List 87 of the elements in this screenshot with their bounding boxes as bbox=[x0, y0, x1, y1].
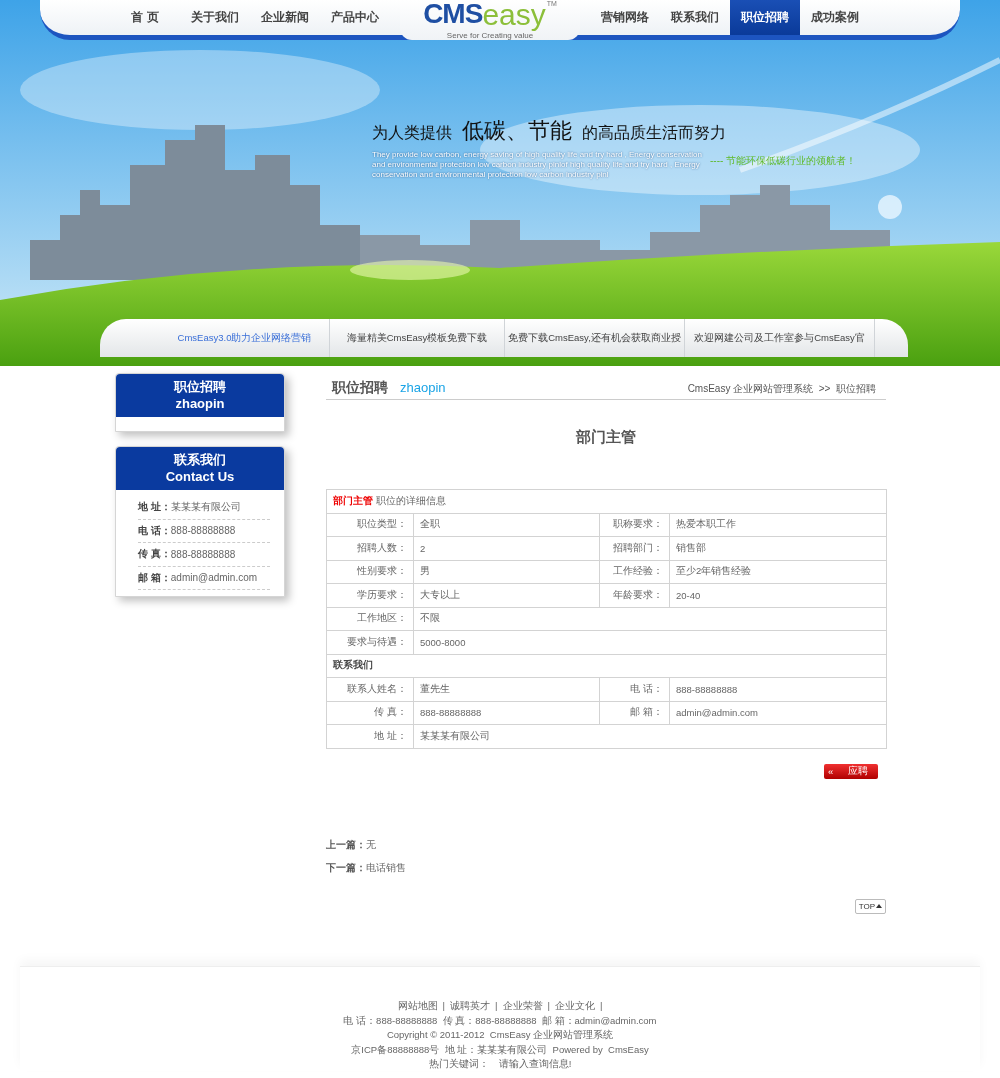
logo-text: CMS bbox=[423, 0, 483, 28]
table-cell: 至少2年销售经验 bbox=[669, 560, 887, 584]
keywords-prompt: 请输入查询信息! bbox=[498, 1057, 572, 1071]
nav-item[interactable]: 企业新闻 bbox=[250, 0, 320, 35]
contact-label: 邮 箱： bbox=[138, 570, 171, 585]
contact-value: 某某某有限公司 bbox=[170, 500, 241, 515]
table-cell: 不限 bbox=[413, 607, 887, 631]
table-cell: 男 bbox=[413, 560, 600, 584]
footer-text: 电 话：888-88888888 传 真：888-88888888 邮 箱：admin@admin.com bbox=[343, 1013, 657, 1027]
table-cell: 销售部 bbox=[669, 536, 887, 560]
contact-label: 地 址： bbox=[138, 500, 171, 515]
table-cell: 5000-8000 bbox=[413, 630, 887, 654]
section-subtitle: zhaopin bbox=[400, 380, 446, 395]
nav-item[interactable]: 关于我们 bbox=[180, 0, 250, 35]
slogan-text: 为人类提供 bbox=[372, 123, 452, 143]
apply-button[interactable]: « 应聘 bbox=[824, 763, 878, 779]
footer-link[interactable]: 企业文化 bbox=[554, 999, 595, 1013]
footer-link[interactable]: 企业荣誉 bbox=[502, 999, 543, 1013]
next-label: 下一篇： bbox=[326, 861, 366, 875]
field-label: 年龄要求： bbox=[599, 583, 670, 607]
separator: | bbox=[442, 999, 446, 1013]
nav-item[interactable]: 首 页 bbox=[110, 0, 180, 35]
panel-title: 联系我们 bbox=[174, 452, 226, 468]
nav-item[interactable]: 联系我们 bbox=[660, 0, 730, 35]
footer-link[interactable]: 网站地图 bbox=[397, 999, 438, 1013]
news-tab[interactable]: 免费下载CmsEasy,还有机会获取商业授 bbox=[505, 319, 685, 357]
field-label: 地 址： bbox=[326, 724, 414, 748]
field-label: 工作经验： bbox=[599, 560, 670, 584]
table-cell: 888-88888888 bbox=[413, 701, 600, 725]
field-label: 职位类型： bbox=[326, 513, 414, 537]
keywords-label: 热门关键词： bbox=[428, 1057, 489, 1071]
job-title: 部门主管 bbox=[575, 428, 637, 447]
logo-tagline: Serve for Creating value bbox=[446, 31, 534, 40]
slogan-highlight: 低碳、节能 bbox=[462, 117, 572, 145]
next-link[interactable]: 电话销售 bbox=[366, 861, 406, 875]
footer-text: Copyright © 2011-2012 CmsEasy 企业网站管理系统 bbox=[386, 1028, 614, 1042]
table-section-heading: 联系我们 bbox=[326, 654, 887, 678]
field-label: 招聘人数： bbox=[326, 536, 414, 560]
field-label: 邮 箱： bbox=[599, 701, 670, 725]
contact-value: 888-88888888 bbox=[170, 525, 236, 537]
footer-link[interactable]: 诚聘英才 bbox=[450, 999, 491, 1013]
prev-link[interactable]: 无 bbox=[366, 838, 376, 852]
field-label: 性别要求： bbox=[326, 560, 414, 584]
table-cell: admin@admin.com bbox=[669, 701, 887, 725]
field-label: 要求与待遇： bbox=[326, 630, 414, 654]
contact-value: admin@admin.com bbox=[170, 572, 258, 584]
field-label: 传 真： bbox=[326, 701, 414, 725]
separator: | bbox=[495, 999, 498, 1013]
table-cell: 大专以上 bbox=[413, 583, 600, 607]
table-caption: 部门主管 职位的详细信息 bbox=[326, 489, 887, 513]
table-cell: 2 bbox=[413, 536, 600, 560]
top-button[interactable]: TOP bbox=[854, 898, 886, 914]
nav-item[interactable]: 成功案例 bbox=[800, 0, 870, 35]
prev-label: 上一篇： bbox=[326, 838, 366, 852]
news-tab[interactable]: 欢迎网建公司及工作室参与CmsEasy官 bbox=[685, 319, 875, 357]
contact-label: 电 话： bbox=[138, 523, 171, 538]
panel-title: 职位招聘 bbox=[174, 379, 226, 395]
nav-item[interactable]: 营销网络 bbox=[590, 0, 660, 35]
news-tab[interactable]: 海量精美CmsEasy模板免费下载 bbox=[330, 319, 505, 357]
table-cell: 某某某有限公司 bbox=[413, 724, 887, 748]
field-label: 工作地区： bbox=[326, 607, 414, 631]
contact-value: 888-88888888 bbox=[170, 548, 236, 560]
panel-subtitle: Contact Us bbox=[165, 468, 235, 486]
table-cell: 888-88888888 bbox=[669, 677, 887, 701]
news-tab[interactable]: CmsEasy3.0助力企业网络营销 bbox=[160, 319, 330, 357]
field-label: 联系人姓名： bbox=[326, 677, 414, 701]
footer-text: 京ICP备88888888号 地 址：某某某有限公司 Powered by CmsEasy bbox=[351, 1042, 649, 1056]
slogan-subline: ---- 节能环保低碳行业的领航者！ bbox=[710, 154, 857, 168]
field-label: 学历要求： bbox=[326, 583, 414, 607]
table-cell: 董先生 bbox=[413, 677, 600, 701]
breadcrumb: CmsEasy 企业网站管理系统 >> 职位招聘 bbox=[687, 382, 876, 396]
field-label: 招聘部门： bbox=[599, 536, 670, 560]
logo-text: easy bbox=[482, 0, 546, 30]
nav-item[interactable]: 职位招聘 bbox=[730, 0, 800, 35]
section-title: 职位招聘 bbox=[332, 379, 388, 397]
field-label: 职称要求： bbox=[599, 513, 670, 537]
panel-subtitle: zhaopin bbox=[175, 395, 225, 413]
table-cell: 20-40 bbox=[669, 583, 887, 607]
contact-label: 传 真： bbox=[138, 547, 171, 562]
nav-item[interactable]: 产品中心 bbox=[320, 0, 390, 35]
table-cell: 热爱本职工作 bbox=[669, 513, 887, 537]
field-label: 电 话： bbox=[599, 677, 670, 701]
table-cell: 全职 bbox=[413, 513, 600, 537]
slogan-text: 的高品质生活而努力 bbox=[582, 123, 726, 143]
triangle-icon bbox=[876, 904, 882, 908]
separator: | bbox=[547, 999, 550, 1013]
separator: | bbox=[599, 999, 603, 1013]
